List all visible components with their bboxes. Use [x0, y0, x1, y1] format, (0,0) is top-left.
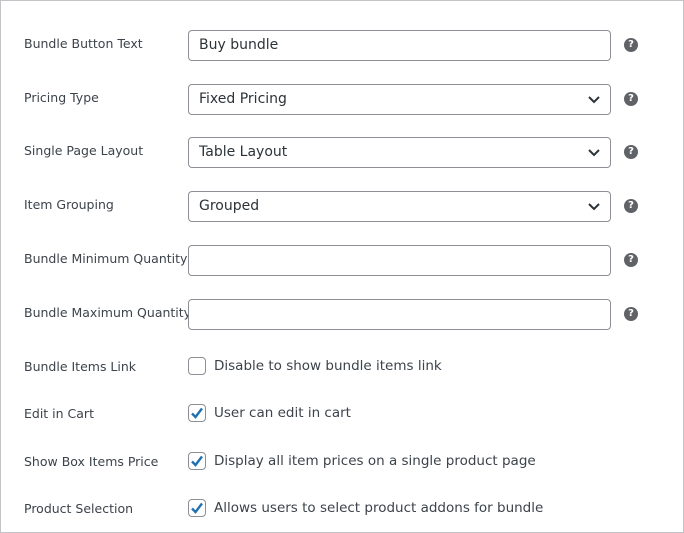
help-icon[interactable]: ?: [624, 92, 638, 106]
item-grouping-value: Grouped: [199, 198, 260, 214]
field-label-product-selection: Product Selection: [24, 501, 134, 516]
field-label-pricing-type: Pricing Type: [24, 90, 99, 105]
product-selection-checkbox-text[interactable]: Allows users to select product addons fo…: [214, 500, 543, 516]
field-label-bundle-button-text: Bundle Button Text: [24, 36, 143, 51]
bundle-minimum-quantity-input[interactable]: [188, 245, 611, 276]
edit-in-cart-checkbox[interactable]: [188, 404, 206, 422]
help-icon[interactable]: ?: [624, 145, 638, 159]
field-label-show-box-items-price: Show Box Items Price: [24, 454, 159, 469]
help-icon[interactable]: ?: [624, 199, 638, 213]
show-box-items-price-checkbox[interactable]: [188, 452, 206, 470]
help-icon[interactable]: ?: [624, 38, 638, 52]
item-grouping-select[interactable]: Grouped: [188, 191, 611, 222]
checkmark-icon: [191, 455, 203, 467]
field-label-bundle-items-link: Bundle Items Link: [24, 359, 137, 374]
checkmark-icon: [191, 407, 203, 419]
chevron-down-icon: [588, 96, 600, 104]
chevron-down-icon: [588, 203, 600, 211]
bundle-maximum-quantity-input[interactable]: [188, 299, 611, 330]
field-label-bundle-maximum-quantity: Bundle Maximum Quantity: [24, 305, 192, 320]
single-page-layout-value: Table Layout: [199, 144, 288, 160]
bundle-settings-panel: Bundle Button Text Buy bundle ? Pricing …: [0, 0, 684, 533]
help-icon[interactable]: ?: [624, 253, 638, 267]
edit-in-cart-checkbox-text[interactable]: User can edit in cart: [214, 405, 351, 421]
show-box-items-price-checkbox-text[interactable]: Display all item prices on a single prod…: [214, 453, 536, 469]
bundle-button-text-input[interactable]: Buy bundle: [188, 30, 611, 61]
field-label-single-page-layout: Single Page Layout: [24, 143, 144, 158]
single-page-layout-select[interactable]: Table Layout: [188, 137, 611, 168]
checkmark-icon: [191, 502, 203, 514]
chevron-down-icon: [588, 149, 600, 157]
bundle-items-link-checkbox[interactable]: [188, 357, 206, 375]
bundle-items-link-checkbox-text[interactable]: Disable to show bundle items link: [214, 358, 442, 374]
field-label-item-grouping: Item Grouping: [24, 197, 114, 212]
pricing-type-value: Fixed Pricing: [199, 91, 287, 107]
help-icon[interactable]: ?: [624, 307, 638, 321]
product-selection-checkbox[interactable]: [188, 499, 206, 517]
field-label-bundle-minimum-quantity: Bundle Minimum Quantity: [24, 251, 188, 266]
pricing-type-select[interactable]: Fixed Pricing: [188, 84, 611, 115]
field-label-edit-in-cart: Edit in Cart: [24, 406, 94, 421]
bundle-button-text-value: Buy bundle: [199, 37, 279, 53]
